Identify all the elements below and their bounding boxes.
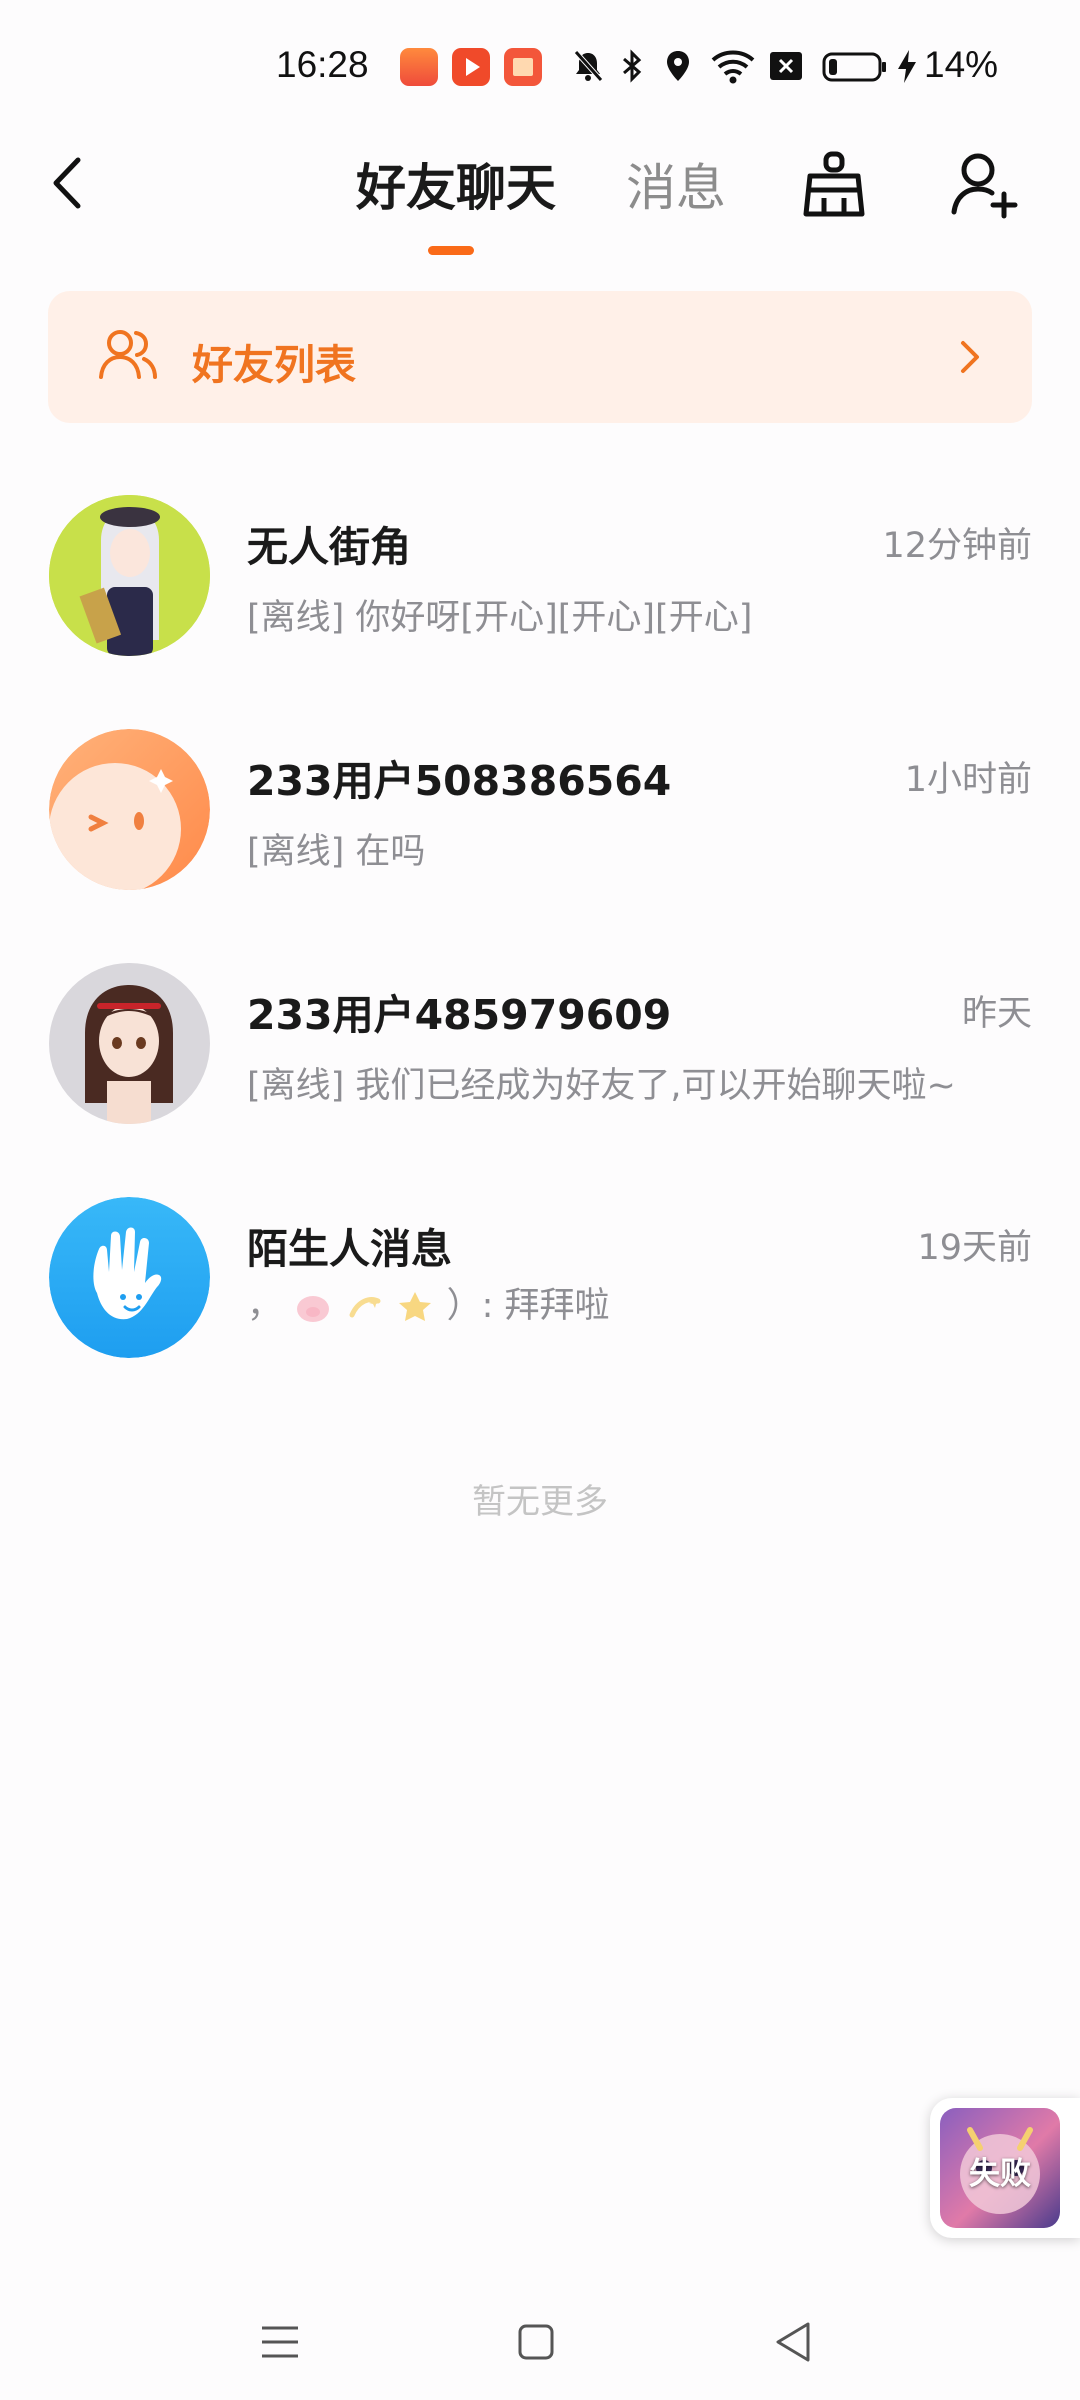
battery-percent: 14% <box>924 44 999 85</box>
charging-icon <box>898 50 916 83</box>
conversation-row[interactable]: 233用户485979609 昨天 [离线] 我们已经成为好友了,可以开始聊天啦… <box>0 963 1080 1163</box>
active-tab-indicator <box>428 246 474 255</box>
message-time: 1小时前 <box>904 760 1032 800</box>
system-navigation-bar <box>0 2300 1080 2400</box>
message-preview: [离线] 你好呀[开心][开心][开心] <box>247 598 753 638</box>
battery-icon <box>822 52 886 82</box>
chevron-right-icon <box>961 341 979 373</box>
app-notification-icon <box>400 48 438 86</box>
mute-bell-icon <box>574 50 603 82</box>
contact-name: 233用户508386564 <box>247 757 672 805</box>
avatar[interactable] <box>49 963 210 1124</box>
conversation-row[interactable]: 无人街角 12分钟前 [离线] 你好呀[开心][开心][开心] <box>0 495 1080 695</box>
message-time: 12分钟前 <box>882 526 1032 566</box>
reader-app-icon <box>504 48 542 86</box>
contact-name: 无人街角 <box>247 523 411 571</box>
contact-name: 233用户485979609 <box>247 991 672 1039</box>
avatar[interactable] <box>49 495 210 656</box>
friend-list-label: 好友列表 <box>192 341 356 389</box>
location-icon <box>667 51 689 81</box>
preview-text: ）: 拜拜啦 <box>446 1286 610 1326</box>
status-bar: 16:28 14% <box>0 0 1080 130</box>
avatar[interactable] <box>49 1197 210 1358</box>
back-arrow-icon[interactable] <box>46 150 96 216</box>
friends-icon <box>99 330 157 379</box>
wifi-icon <box>711 50 755 84</box>
preview-comma: ， <box>247 1286 283 1326</box>
message-preview: [离线] 在吗 <box>247 832 426 872</box>
game-thumbnail[interactable]: 失败 <box>940 2108 1060 2228</box>
bluetooth-icon <box>623 49 642 83</box>
menu-icon[interactable] <box>250 2312 310 2372</box>
conversation-row[interactable]: 陌生人消息 19天前 ， ）: 拜拜啦 <box>0 1197 1080 1397</box>
tab-messages[interactable]: 消息 <box>626 148 726 220</box>
contact-name: 陌生人消息 <box>247 1225 452 1273</box>
floating-game-widget[interactable]: 失败 <box>930 2098 1080 2238</box>
pig-emoji-icon <box>297 1296 330 1322</box>
no-sim-icon <box>770 52 802 80</box>
add-user-icon[interactable] <box>950 150 1022 220</box>
message-time: 19天前 <box>917 1228 1032 1268</box>
star-emoji-icon <box>399 1292 432 1321</box>
video-app-icon <box>452 48 490 86</box>
friend-list-banner[interactable]: 好友列表 <box>48 291 1032 423</box>
back-nav-icon[interactable] <box>764 2312 824 2372</box>
no-more-text: 暂无更多 <box>472 1482 608 1522</box>
game-status-label: 失败 <box>969 2156 1031 2192</box>
message-preview: ， ）: 拜拜啦 <box>247 1277 610 1328</box>
message-time: 昨天 <box>961 994 1032 1034</box>
dizzy-emoji-icon <box>349 1297 381 1318</box>
tab-friend-chat[interactable]: 好友聊天 <box>356 148 556 220</box>
avatar[interactable] <box>49 729 210 890</box>
status-time: 16:28 <box>276 44 369 85</box>
conversation-row[interactable]: 233用户508386564 1小时前 [离线] 在吗 <box>0 729 1080 929</box>
message-preview: [离线] 我们已经成为好友了,可以开始聊天啦~ <box>247 1066 956 1106</box>
broom-icon[interactable] <box>800 150 868 220</box>
home-icon[interactable] <box>506 2312 566 2372</box>
